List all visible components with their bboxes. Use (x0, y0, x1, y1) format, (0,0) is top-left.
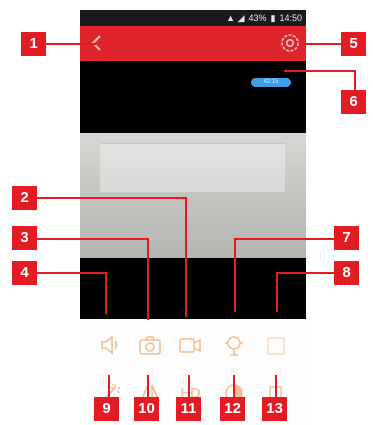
callout-leader (188, 375, 190, 397)
callout-6: 6 (341, 90, 366, 114)
callout-12: 12 (220, 397, 245, 421)
callout-2: 2 (12, 186, 37, 210)
snapshot-button[interactable] (136, 331, 164, 359)
callout-7: 7 (334, 226, 359, 250)
video-record-icon (179, 338, 201, 353)
battery-level: 43% (248, 13, 267, 23)
callout-leader (284, 70, 356, 92)
record-button[interactable] (176, 331, 204, 359)
callout-leader (45, 43, 96, 45)
callout-4: 4 (12, 261, 37, 285)
callout-1: 1 (21, 32, 46, 56)
settings-button[interactable] (279, 32, 301, 54)
callout-leader (275, 375, 277, 397)
fullscreen-button[interactable] (262, 331, 290, 359)
callout-leader (37, 272, 107, 314)
callout-leader (276, 272, 338, 312)
callout-8: 8 (334, 261, 359, 285)
video-paper-shape (100, 143, 285, 192)
app-bar (80, 26, 306, 61)
callout-10: 10 (134, 397, 159, 421)
callout-13: 13 (262, 397, 287, 421)
audio-button[interactable] (96, 331, 124, 359)
fullscreen-icon (267, 337, 285, 355)
intercom-icon (225, 336, 243, 356)
callout-11: 11 (176, 397, 201, 421)
callout-leader (147, 375, 149, 397)
callout-leader (108, 375, 110, 397)
settings-gear-icon (281, 34, 299, 52)
callout-3: 3 (12, 226, 37, 250)
camera-icon (139, 336, 161, 355)
callout-9: 9 (94, 397, 119, 421)
signal-icons: ▲ ◢ (226, 13, 245, 23)
clock: 14:50 (279, 13, 302, 23)
battery-icon: ▮ (270, 13, 276, 23)
callout-leader (233, 375, 235, 397)
intercom-button[interactable] (220, 331, 248, 359)
status-bar: ▲ ◢ 43% ▮ 14:50 (80, 10, 306, 26)
callout-5: 5 (341, 32, 366, 56)
speaker-icon (101, 335, 118, 355)
callout-leader (303, 43, 341, 45)
